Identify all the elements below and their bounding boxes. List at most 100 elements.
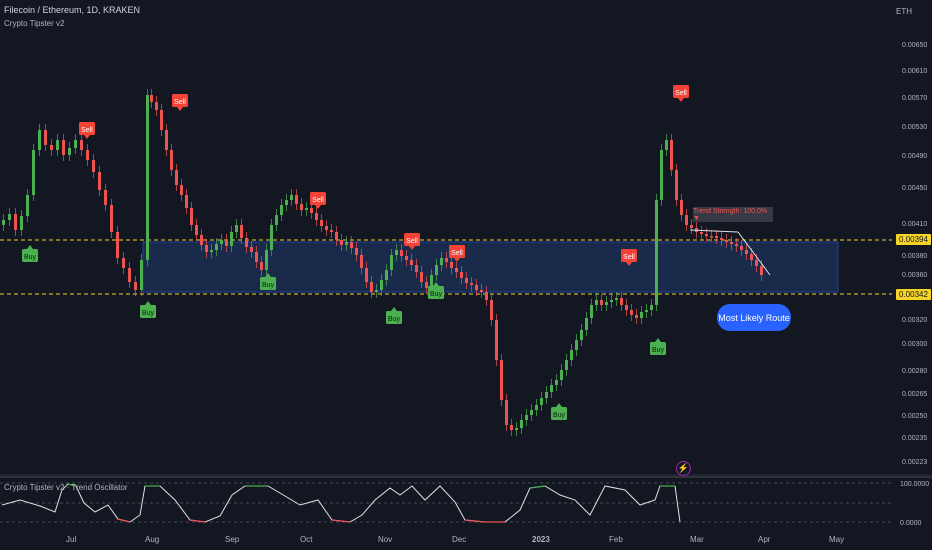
candle-body — [505, 400, 508, 425]
candle-body — [590, 305, 593, 318]
y-tick-label: 0.00610 — [902, 68, 927, 75]
candle-body — [305, 208, 308, 210]
candle-body — [86, 150, 89, 160]
candle-body — [110, 205, 113, 232]
candle-body — [580, 330, 583, 340]
candle-body — [230, 232, 233, 246]
candle-body — [280, 205, 283, 215]
flash-icon[interactable]: ⚡ — [676, 461, 691, 476]
candle-body — [315, 213, 318, 220]
candle-body — [545, 392, 548, 398]
sell-signal-label-text: Sell — [81, 127, 93, 134]
sell-signal-label-text: Sell — [312, 197, 324, 204]
candle-body — [165, 130, 168, 150]
candle-body — [370, 282, 373, 292]
sell-signal-label-text: Sell — [675, 90, 687, 97]
sell-signal-label-text: Sell — [623, 254, 635, 261]
candle-body — [710, 236, 713, 238]
candle-body — [190, 208, 193, 225]
sell-signal-label-text: Sell — [174, 99, 186, 106]
resistance-price-tag: 0.00394 — [896, 234, 931, 245]
y-tick-label: 0.00650 — [902, 42, 927, 49]
candle-body — [520, 420, 523, 428]
candle-body — [685, 215, 688, 225]
buy-signal-label-text: Buy — [652, 347, 665, 354]
candle-body — [675, 170, 678, 200]
candle-body — [625, 305, 628, 310]
candle-body — [365, 268, 368, 282]
trend-strength-label: Trend Strength: 100.0% ▼ — [693, 207, 773, 222]
candle-body — [300, 204, 303, 210]
y-tick-label: 0.00360 — [902, 272, 927, 279]
candle-body — [450, 262, 453, 268]
candle-body — [620, 298, 623, 305]
candle-body — [530, 410, 533, 415]
osc-axis-label: 100.0000 — [900, 481, 929, 488]
candle-body — [56, 140, 59, 150]
candle-body — [330, 230, 333, 232]
candle-body — [265, 250, 268, 270]
candle-body — [540, 398, 543, 405]
oscillator-bear-segment — [117, 518, 131, 523]
candle-body — [340, 240, 343, 245]
y-tick-label: 0.00300 — [902, 341, 927, 348]
candle-body — [155, 102, 158, 110]
oscillator-bear-segment — [464, 519, 486, 523]
buy-signal-label-text: Buy — [142, 310, 155, 317]
candle-body — [134, 282, 137, 290]
y-tick-label: 0.00530 — [902, 124, 927, 131]
osc-axis-label: 0.0000 — [900, 520, 922, 527]
candle-body — [275, 215, 278, 225]
candle-body — [80, 140, 83, 150]
candle-body — [375, 290, 378, 292]
x-tick-label: Jul — [66, 535, 76, 544]
candle-body — [180, 185, 183, 195]
candle-body — [195, 225, 198, 235]
candle-body — [325, 226, 328, 230]
candle-body — [150, 95, 153, 102]
candle-body — [605, 302, 608, 305]
candle-body — [255, 252, 258, 262]
candle-body — [8, 214, 11, 220]
price-chart[interactable]: 0.00650 0.00610 0.00570 0.00530 0.00490 0.004… — [0, 0, 932, 550]
candle-body — [670, 140, 673, 170]
candle-body — [395, 250, 398, 255]
candle-body — [615, 298, 618, 300]
indicator-name[interactable]: Crypto Tipster v2 — [4, 19, 64, 28]
candle-body — [185, 195, 188, 208]
candle-body — [455, 268, 458, 272]
candle-body — [720, 238, 723, 240]
candle-body — [245, 238, 248, 247]
candle-body — [665, 140, 668, 150]
oscillator-title[interactable]: Crypto Tipster v2 · Trend Oscillator — [4, 483, 128, 492]
candle-body — [525, 415, 528, 420]
buy-signal-pointer — [27, 245, 33, 249]
candle-body — [585, 318, 588, 330]
buy-signal-label-text: Buy — [388, 316, 401, 323]
candle-body — [570, 350, 573, 360]
candle-body — [68, 148, 71, 155]
candle-body — [680, 200, 683, 215]
candle-body — [250, 247, 253, 252]
most-likely-route-button[interactable]: Most Likely Route — [717, 304, 791, 331]
sell-signal-pointer — [678, 98, 684, 102]
candle-body — [480, 290, 483, 292]
candle-body — [44, 130, 47, 145]
candle-body — [495, 320, 498, 360]
buy-signal-pointer — [655, 338, 661, 342]
symbol-title[interactable]: Filecoin / Ethereum, 1D, KRAKEN — [4, 5, 140, 15]
candle-body — [410, 260, 413, 265]
candle-body — [225, 240, 228, 246]
candle-body — [290, 195, 293, 200]
y-tick-label: 0.00450 — [902, 185, 927, 192]
candle-body — [146, 95, 149, 260]
candle-body — [32, 150, 35, 195]
y-tick-label: 0.00223 — [902, 459, 927, 466]
candle-body — [210, 250, 213, 252]
candle-body — [14, 214, 17, 230]
candle-body — [470, 283, 473, 285]
candle-body — [38, 130, 41, 150]
y-tick-label: 0.00235 — [902, 435, 927, 442]
candle-body — [560, 370, 563, 380]
candle-body — [650, 305, 653, 310]
